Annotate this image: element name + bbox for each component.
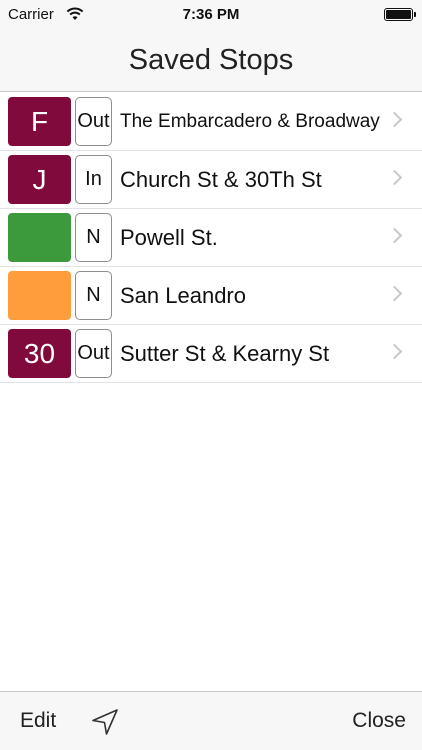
saved-stop-row[interactable]: F Out The Embarcadero & Broadway	[0, 93, 422, 151]
stop-name: San Leandro	[120, 283, 246, 308]
saved-stop-row[interactable]: J In Church St & 30Th St	[0, 151, 422, 209]
status-bar: Carrier 7:36 PM	[0, 0, 422, 30]
saved-stop-row[interactable]: N San Leandro	[0, 267, 422, 325]
battery-icon	[384, 8, 416, 21]
direction-badge: N	[75, 213, 112, 262]
clock: 7:36 PM	[182, 6, 240, 23]
route-badge: 30	[8, 329, 71, 378]
route-badge	[8, 271, 71, 320]
stop-name: Sutter St & Kearny St	[120, 341, 330, 366]
stop-name: Church St & 30Th St	[120, 167, 322, 192]
saved-stop-row[interactable]: 30 Out Sutter St & Kearny St	[0, 325, 422, 383]
chevron-right-icon	[386, 343, 403, 360]
close-button[interactable]: Close	[352, 709, 406, 733]
direction-badge: Out	[75, 329, 112, 378]
saved-stop-row[interactable]: N Powell St.	[0, 209, 422, 267]
direction-badge: In	[75, 155, 112, 204]
chevron-right-icon	[386, 285, 403, 302]
bottom-toolbar: Edit Close	[0, 691, 422, 750]
chevron-right-icon	[386, 227, 403, 244]
route-badge: J	[8, 155, 71, 204]
navigation-bar: Saved Stops	[0, 30, 422, 92]
saved-stops-list: F Out The Embarcadero & Broadway J In Ch…	[0, 93, 422, 383]
direction-badge: N	[75, 271, 112, 320]
route-badge	[8, 213, 71, 262]
stop-name: Powell St.	[120, 225, 218, 250]
chevron-right-icon	[386, 111, 403, 128]
page-title: Saved Stops	[128, 44, 294, 76]
stop-name: The Embarcadero & Broadway	[120, 111, 380, 132]
direction-badge: Out	[75, 97, 112, 146]
edit-button[interactable]: Edit	[20, 709, 56, 733]
chevron-right-icon	[386, 169, 403, 186]
location-arrow-icon[interactable]	[90, 707, 120, 737]
route-badge: F	[8, 97, 71, 146]
